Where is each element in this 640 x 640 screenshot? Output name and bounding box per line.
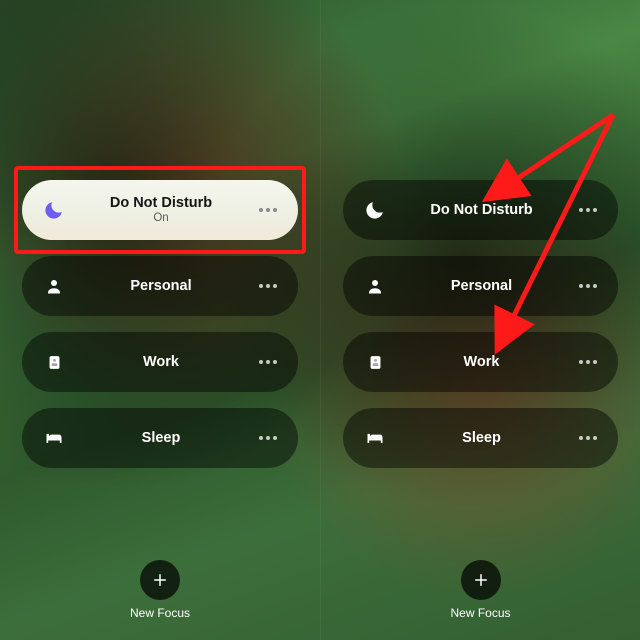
focus-list-panel-right: Do Not Disturb Personal Work [320, 0, 640, 640]
focus-item-label: Work [464, 354, 500, 371]
focus-item-personal[interactable]: Personal [343, 256, 618, 316]
more-icon[interactable] [574, 424, 602, 452]
focus-item-label: Do Not Disturb [110, 195, 212, 212]
screenshot-pair: Do Not Disturb On Personal W [0, 0, 640, 640]
focus-list-panel-left: Do Not Disturb On Personal W [0, 0, 320, 640]
focus-item-label-wrap: Personal [68, 278, 254, 295]
focus-item-label-wrap: Personal [389, 278, 574, 295]
focus-item-label: Sleep [462, 430, 501, 447]
new-focus-label: New Focus [130, 606, 190, 620]
focus-item-label: Sleep [142, 430, 181, 447]
new-focus: New Focus [321, 560, 640, 620]
badge-icon [361, 348, 389, 376]
new-focus-button[interactable] [461, 560, 501, 600]
focus-item-do-not-disturb[interactable]: Do Not Disturb [343, 180, 618, 240]
focus-item-label-wrap: Work [68, 354, 254, 371]
focus-item-label-wrap: Sleep [68, 430, 254, 447]
badge-icon [40, 348, 68, 376]
more-icon[interactable] [254, 348, 282, 376]
moon-icon [40, 196, 68, 224]
focus-item-work[interactable]: Work [343, 332, 618, 392]
focus-item-sleep[interactable]: Sleep [343, 408, 618, 468]
focus-item-work[interactable]: Work [22, 332, 298, 392]
more-icon[interactable] [574, 272, 602, 300]
bed-icon [40, 424, 68, 452]
more-icon[interactable] [254, 424, 282, 452]
new-focus-button[interactable] [140, 560, 180, 600]
focus-item-label: Personal [130, 278, 191, 295]
focus-item-personal[interactable]: Personal [22, 256, 298, 316]
focus-item-status: On [153, 212, 168, 225]
focus-item-label-wrap: Do Not Disturb On [68, 195, 254, 226]
focus-item-do-not-disturb[interactable]: Do Not Disturb On [22, 180, 298, 240]
person-icon [361, 272, 389, 300]
focus-list: Do Not Disturb Personal Work [343, 180, 618, 468]
bed-icon [361, 424, 389, 452]
moon-icon [361, 196, 389, 224]
focus-item-label-wrap: Do Not Disturb [389, 202, 574, 219]
more-icon[interactable] [574, 348, 602, 376]
new-focus-label: New Focus [450, 606, 510, 620]
focus-list: Do Not Disturb On Personal W [22, 180, 298, 468]
person-icon [40, 272, 68, 300]
more-icon[interactable] [254, 272, 282, 300]
new-focus: New Focus [0, 560, 320, 620]
focus-item-label: Do Not Disturb [430, 202, 532, 219]
focus-item-sleep[interactable]: Sleep [22, 408, 298, 468]
focus-item-label-wrap: Work [389, 354, 574, 371]
more-icon[interactable] [574, 196, 602, 224]
focus-item-label: Personal [451, 278, 512, 295]
more-icon[interactable] [254, 196, 282, 224]
focus-item-label: Work [143, 354, 179, 371]
focus-item-label-wrap: Sleep [389, 430, 574, 447]
